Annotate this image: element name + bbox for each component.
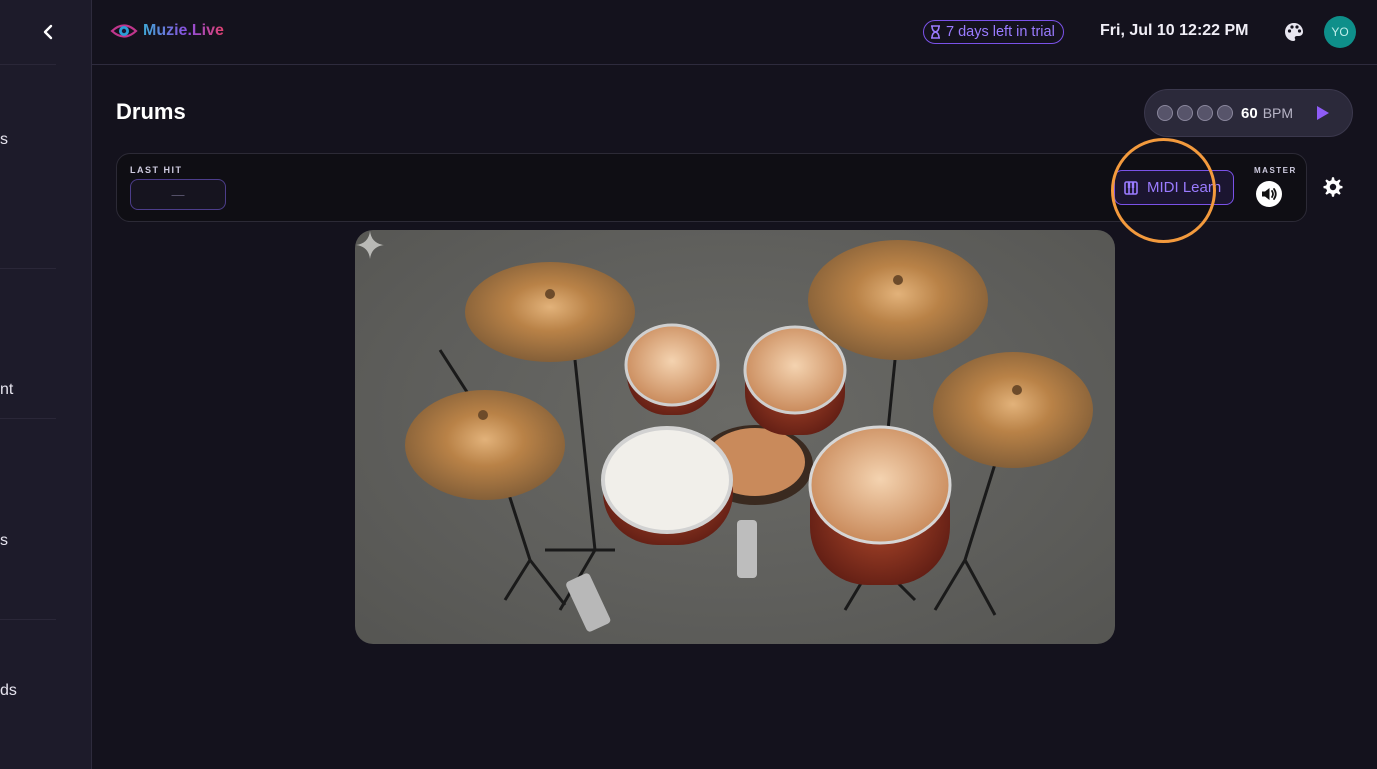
palette-icon (1285, 23, 1303, 41)
sidebar-divider (0, 619, 56, 620)
master-label: MASTER (1254, 166, 1297, 175)
beat-indicator (1197, 105, 1213, 121)
bpm-value[interactable]: 60 (1241, 105, 1258, 122)
beat-indicator (1177, 105, 1193, 121)
drum-kit-illustration (405, 240, 1093, 632)
page-title: Drums (116, 99, 186, 124)
metronome-widget: 60 BPM (1144, 89, 1353, 137)
midi-learn-label: MIDI Learn (1147, 179, 1222, 196)
drum-control-bar: LAST HIT — MIDI Learn MASTER (116, 153, 1307, 222)
theme-palette-button[interactable] (1283, 21, 1305, 43)
metronome-play-button[interactable] (1316, 105, 1330, 121)
app-logo[interactable]: Muzie.Live (110, 20, 224, 42)
volume-icon (1262, 188, 1277, 200)
chevron-left-icon (43, 24, 53, 40)
last-hit-value: — (171, 187, 185, 202)
sidebar-divider (0, 64, 56, 65)
settings-button[interactable] (1321, 175, 1345, 199)
sidebar-item-label[interactable]: s (0, 532, 8, 550)
hourglass-icon (931, 25, 940, 39)
logo-text: Muzie.Live (143, 22, 224, 39)
beat-indicator (1217, 105, 1233, 121)
user-avatar[interactable]: YO (1324, 16, 1356, 48)
sidebar-divider (0, 268, 56, 269)
top-header: Muzie.Live 7 days left in trial Fri, Jul… (92, 0, 1377, 65)
master-volume-button[interactable] (1256, 181, 1282, 207)
bpm-unit: BPM (1262, 105, 1294, 121)
gear-icon (1323, 177, 1343, 197)
beat-indicator (1157, 105, 1173, 121)
trial-text: 7 days left in trial (946, 24, 1055, 40)
current-datetime: Fri, Jul 10 12:22 PM (1100, 22, 1249, 39)
sidebar-divider (0, 418, 56, 419)
trial-badge[interactable]: 7 days left in trial (923, 20, 1064, 44)
sidebar-item-label[interactable]: s (0, 131, 8, 149)
sidebar: s nt s ds (0, 0, 92, 769)
last-hit-label: LAST HIT (130, 165, 183, 175)
drum-kit-image[interactable] (355, 230, 1115, 644)
collapse-sidebar-button[interactable] (38, 22, 58, 42)
last-hit-display: — (130, 179, 226, 210)
midi-learn-button[interactable]: MIDI Learn (1114, 170, 1234, 205)
sidebar-item-label[interactable]: nt (0, 381, 13, 399)
eye-logo-icon (110, 24, 138, 38)
sparkle-icon (356, 231, 384, 259)
sidebar-item-label[interactable]: ds (0, 682, 17, 700)
play-icon (1317, 106, 1329, 120)
piano-icon (1124, 180, 1138, 195)
